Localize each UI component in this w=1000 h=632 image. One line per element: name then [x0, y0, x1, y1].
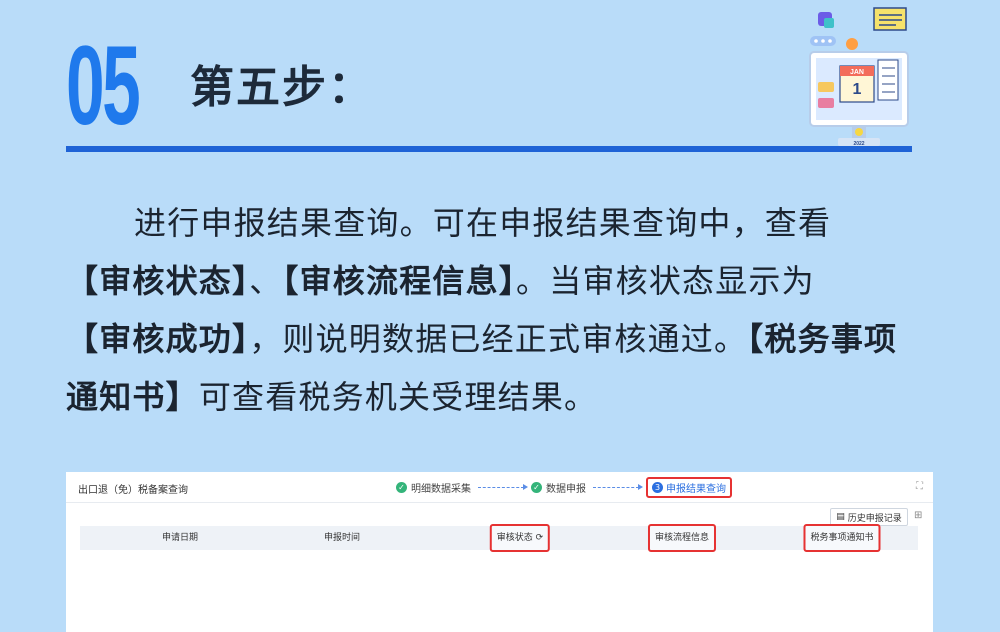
window-header: 出口退（免）税备案查询 ✓ 明细数据采集 ✓ 数据申报 3 申报结果查询 ⛶	[66, 472, 933, 503]
calendar-monitor-illustration: JAN 1 2022	[809, 7, 909, 147]
text-segment: 可查看税务机关受理结果。	[198, 378, 598, 416]
column-tax-notice[interactable]: 税务事项通知书	[803, 524, 881, 552]
arrow-connector	[593, 484, 643, 490]
text-segment: ，则说明数据已经正式审核通过。	[249, 320, 748, 358]
column-declare-time: 申报时间	[323, 533, 361, 543]
column-review-process[interactable]: 审核流程信息	[647, 524, 717, 552]
refresh-icon[interactable]: ⟳	[536, 533, 544, 543]
arrow-connector	[478, 484, 528, 490]
declaration-result-window: 出口退（免）税备案查询 ✓ 明细数据采集 ✓ 数据申报 3 申报结果查询 ⛶ ▤…	[66, 472, 933, 632]
text-segment: 进行申报结果查询。可在申报结果查询中，查看	[134, 204, 832, 242]
step-detail-collection[interactable]: 明细数据采集	[411, 480, 471, 495]
step-number-badge: 3	[652, 482, 663, 493]
calendar-day: 1	[853, 81, 862, 98]
step-progress: ✓ 明细数据采集 ✓ 数据申报 3 申报结果查询	[396, 477, 732, 498]
step-data-declaration[interactable]: 数据申报	[546, 480, 586, 495]
column-review-status[interactable]: 审核状态 ⟳	[489, 524, 551, 552]
text-segment: 、	[249, 262, 283, 300]
check-icon: ✓	[396, 482, 407, 493]
fullscreen-icon[interactable]: ⛶	[916, 481, 923, 492]
document-icon: ▤	[836, 512, 845, 522]
column-settings-icon[interactable]: ⊞	[914, 510, 922, 521]
step-result-query-label: 申报结果查询	[666, 484, 726, 495]
column-apply-date: 申请日期	[161, 533, 199, 543]
illustration-year: 2022	[853, 141, 864, 147]
history-records-label: 历史申报记录	[847, 513, 902, 524]
window-title: 出口退（免）税备案查询	[78, 485, 188, 496]
review-process-term: 【审核流程信息】	[282, 262, 517, 300]
review-status-term: 【审核状态】	[66, 262, 250, 300]
step-result-query[interactable]: 3 申报结果查询	[646, 477, 732, 498]
table-header: 申请日期 申报时间 审核状态 ⟳ 审核流程信息 税务事项通知书	[80, 524, 918, 552]
title-underline	[66, 146, 912, 152]
step-title: 第五步：	[190, 62, 374, 113]
review-success-term: 【审核成功】	[66, 320, 250, 358]
step-number: 05	[66, 23, 141, 148]
column-review-status-label: 审核状态	[496, 533, 533, 543]
text-segment: 。当审核状态显示为	[516, 262, 815, 300]
instruction-paragraph: 进行申报结果查询。可在申报结果查询中，查看【审核状态】、【审核流程信息】。当审核…	[66, 194, 916, 426]
check-icon: ✓	[531, 482, 542, 493]
calendar-month: JAN	[850, 69, 864, 76]
